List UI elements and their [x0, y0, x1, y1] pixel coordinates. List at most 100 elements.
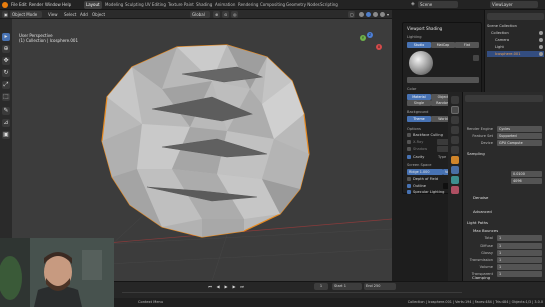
transform-icon[interactable]: ⬚ — [2, 93, 10, 101]
jump-start-icon[interactable]: ⏮ — [207, 284, 213, 290]
menu-add[interactable]: Add — [80, 12, 88, 17]
pivot-icon[interactable]: ⊕ — [213, 11, 220, 18]
menu-help[interactable]: Help — [62, 2, 71, 7]
tab-uv-editing[interactable]: UV Editing — [143, 1, 168, 9]
tab-geometry-nodes[interactable]: Geometry Nodes — [284, 1, 322, 9]
lighting-flat-button[interactable]: Flat — [455, 42, 479, 48]
output-tab-icon[interactable] — [451, 116, 459, 124]
bounce-field[interactable]: 1 — [497, 250, 542, 256]
material-shading-icon[interactable] — [373, 12, 378, 17]
device-dropdown[interactable]: GPU Compute — [497, 140, 542, 146]
color-single-button[interactable]: Single — [407, 100, 431, 106]
view-layer-selector[interactable]: ViewLayer — [490, 1, 538, 8]
select-box-icon[interactable]: ▸ — [2, 33, 10, 41]
tab-texture-paint[interactable]: Texture Paint — [166, 1, 196, 9]
menu-render[interactable]: Render — [29, 2, 43, 7]
jump-end-icon[interactable]: ⏭ — [239, 284, 245, 290]
material-tab-icon[interactable] — [451, 186, 459, 194]
gizmo-y-axis[interactable]: Y — [360, 35, 366, 41]
outliner-row[interactable]: Collection — [487, 30, 544, 36]
icosphere-mesh[interactable] — [101, 44, 310, 238]
specular-lighting-checkbox[interactable] — [407, 190, 411, 194]
cavity-checkbox[interactable] — [407, 155, 411, 159]
lighting-matcap-button[interactable]: MatCap — [431, 42, 455, 48]
scene-tab-icon[interactable] — [451, 136, 459, 144]
eye-icon[interactable] — [539, 45, 543, 49]
end-frame-field[interactable]: End 250 — [364, 283, 396, 290]
prev-keyframe-icon[interactable]: ◀ — [215, 284, 221, 290]
eye-icon[interactable] — [539, 38, 543, 42]
start-frame-field[interactable]: Start 1 — [332, 283, 362, 290]
lighting-studio-button[interactable]: Studio — [407, 42, 431, 48]
orientation-selector[interactable]: Global — [190, 11, 210, 18]
menu-select[interactable]: Select — [64, 12, 76, 17]
play-icon[interactable]: ▶ — [223, 284, 229, 290]
view-layer-tab-icon[interactable] — [451, 126, 459, 134]
tab-layout[interactable]: Layout — [84, 1, 102, 9]
eye-icon[interactable] — [539, 31, 543, 35]
bounce-field[interactable]: 1 — [497, 257, 542, 263]
rendered-shading-icon[interactable] — [380, 12, 385, 17]
bounce-field[interactable]: 1 — [497, 243, 542, 249]
outliner-row[interactable]: Camera — [487, 37, 544, 43]
render-engine-dropdown[interactable]: Cycles — [497, 126, 542, 132]
world-tab-icon[interactable] — [451, 146, 459, 154]
wireframe-shading-icon[interactable] — [359, 12, 364, 17]
eye-icon[interactable] — [539, 52, 543, 56]
tab-compositing[interactable]: Compositing — [258, 1, 287, 9]
shading-dropdown-icon[interactable]: ▾ — [387, 12, 389, 17]
solid-shading-icon[interactable] — [366, 12, 371, 17]
proportional-icon[interactable]: ◎ — [231, 11, 238, 18]
gizmo-x-axis[interactable]: X — [376, 44, 382, 50]
tab-animation[interactable]: Animation — [213, 1, 237, 9]
advanced-section[interactable]: Advanced — [473, 209, 492, 214]
cursor-icon[interactable]: ⊕ — [2, 45, 10, 53]
rotate-icon[interactable]: ↻ — [2, 69, 10, 77]
outliner-row[interactable]: Scene Collection — [487, 23, 544, 29]
shadow-checkbox[interactable] — [407, 147, 411, 151]
menu-window[interactable]: Window — [45, 2, 61, 7]
annotate-icon[interactable]: ✎ — [2, 107, 10, 115]
backface-culling-checkbox[interactable] — [407, 133, 411, 137]
move-icon[interactable]: ✥ — [2, 57, 10, 65]
menu-view[interactable]: View — [48, 12, 58, 17]
measure-icon[interactable]: ⊿ — [2, 119, 10, 127]
outline-checkbox[interactable] — [407, 184, 411, 188]
tab-scripting[interactable]: Scripting — [318, 1, 340, 9]
blender-logo-icon[interactable] — [2, 2, 8, 8]
mode-selector[interactable]: Object Mode — [10, 11, 42, 18]
studio-light-preview[interactable] — [409, 51, 433, 75]
max-samples-field[interactable]: 4096 — [511, 178, 542, 184]
menu-edit[interactable]: Edit — [19, 2, 27, 7]
background-theme-button[interactable]: Theme — [407, 116, 431, 122]
tab-modeling[interactable]: Modeling — [103, 1, 125, 9]
feature-set-dropdown[interactable]: Supported — [497, 133, 542, 139]
tab-rendering[interactable]: Rendering — [236, 1, 260, 9]
add-cube-icon[interactable]: ▣ — [2, 131, 10, 139]
ridge-field[interactable]: Ridge 1.000 — [407, 169, 443, 175]
bounce-field[interactable]: 1 — [497, 264, 542, 270]
modifier-tab-icon[interactable] — [451, 166, 459, 174]
sampling-section[interactable]: Sampling — [467, 151, 485, 156]
render-tab-icon[interactable] — [451, 106, 459, 114]
gizmo-z-axis[interactable]: Z — [367, 32, 373, 38]
editor-type-icon[interactable]: ▣ — [2, 11, 8, 18]
tab-shading[interactable]: Shading — [194, 1, 214, 9]
object-tab-icon[interactable] — [451, 156, 459, 164]
world-space-lighting-field[interactable] — [407, 77, 479, 83]
bounce-field[interactable]: 1 — [497, 235, 542, 241]
xray-checkbox[interactable] — [407, 140, 411, 144]
depth-of-field-checkbox[interactable] — [407, 177, 411, 181]
denoise-section[interactable]: Denoise — [473, 195, 488, 200]
light-settings-icon[interactable] — [473, 55, 479, 61]
max-bounces-section[interactable]: Max Bounces — [473, 228, 498, 233]
outliner-search-input[interactable] — [487, 13, 544, 20]
outliner-row[interactable]: Icosphere.001 — [487, 51, 544, 57]
noise-threshold-field[interactable]: 0.0100 — [511, 171, 542, 177]
current-frame-field[interactable]: 1 — [314, 283, 328, 290]
menu-object[interactable]: Object — [92, 12, 105, 17]
timeline-ruler[interactable] — [122, 292, 462, 293]
outliner-row[interactable]: Light — [487, 44, 544, 50]
snap-icon[interactable]: ⊙ — [222, 11, 229, 18]
menu-file[interactable]: File — [11, 2, 18, 7]
